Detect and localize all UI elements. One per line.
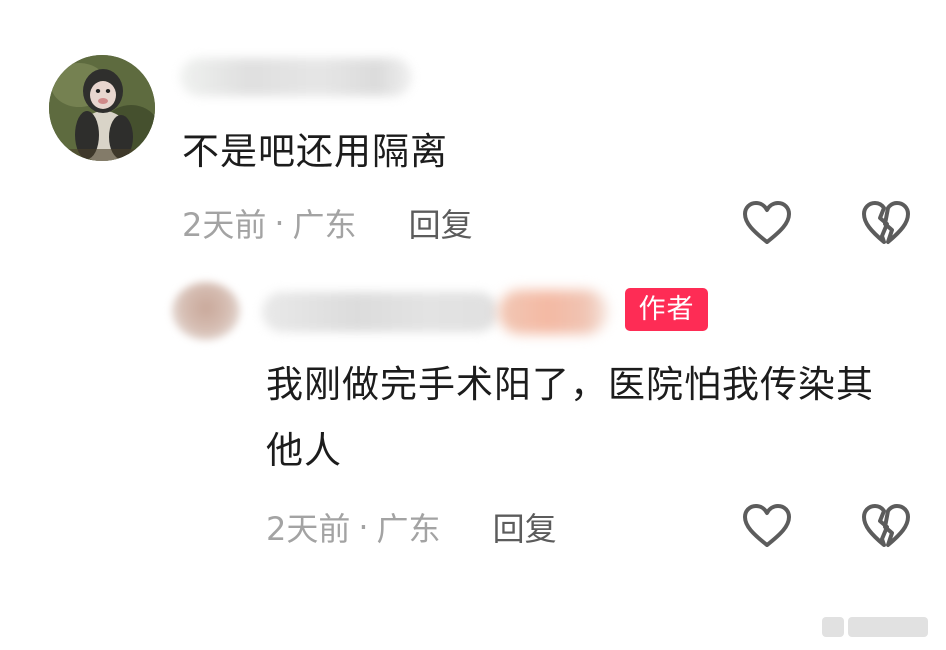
watermark-logo-icon	[822, 617, 844, 637]
reply-username-blurred-tail	[498, 290, 608, 334]
dislike-button[interactable]	[860, 199, 912, 247]
comment-text: 不是吧还用隔离	[182, 130, 448, 173]
broken-heart-icon	[862, 201, 910, 244]
like-button[interactable]	[741, 199, 793, 247]
heart-outline-icon	[743, 201, 791, 244]
reply-time: 2天前	[266, 510, 351, 548]
reply-location: 广东	[376, 510, 441, 548]
reply-button[interactable]: 回复	[493, 504, 557, 550]
avatar[interactable]	[49, 55, 155, 161]
meta-separator: ·	[274, 204, 285, 242]
reply-comment-text: 我刚做完手术阳了，医院怕我传染其他人	[266, 363, 874, 472]
broken-heart-icon	[862, 504, 910, 547]
heart-outline-icon	[743, 504, 791, 547]
comment-meta: 2天前 · 广东 回复	[182, 200, 473, 246]
comment-time: 2天前	[182, 206, 267, 244]
author-badge: 作者	[625, 288, 708, 331]
watermark	[822, 614, 928, 640]
comment-location: 广东	[292, 206, 357, 244]
reply-dislike-button[interactable]	[860, 502, 912, 550]
reply-username-blurred	[262, 292, 498, 332]
reply-meta: 2天前 · 广东 回复	[266, 504, 557, 550]
watermark-text-blurred	[848, 617, 928, 637]
username-blurred	[180, 58, 412, 96]
reply-avatar-blurred[interactable]	[172, 282, 240, 340]
meta-separator: ·	[358, 508, 369, 546]
reply-like-button[interactable]	[741, 502, 793, 550]
reply-button[interactable]: 回复	[409, 200, 473, 246]
monkey-avatar-image	[49, 55, 155, 161]
